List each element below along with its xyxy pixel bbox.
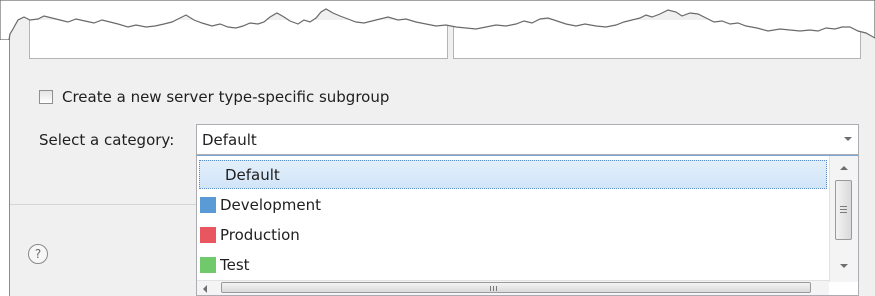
category-dropdown-list[interactable]: Default Development Production Test xyxy=(196,155,859,296)
list-item-label: Production xyxy=(220,225,300,244)
horizontal-scroll-thumb[interactable] xyxy=(221,282,811,293)
scroll-left-arrow-icon[interactable] xyxy=(203,285,207,293)
category-selected-value: Default xyxy=(202,131,257,149)
list-item-label: Development xyxy=(220,195,321,214)
list-item-default[interactable]: Default xyxy=(199,160,827,189)
create-subgroup-label: Create a new server type-specific subgro… xyxy=(62,88,390,106)
chevron-down-icon[interactable] xyxy=(844,137,852,141)
grip-line xyxy=(490,286,491,291)
category-swatch-empty xyxy=(205,167,221,183)
list-item-development[interactable]: Development xyxy=(197,190,829,219)
grip-line xyxy=(493,286,494,291)
create-subgroup-option[interactable]: Create a new server type-specific subgro… xyxy=(39,86,389,108)
list-item-production[interactable]: Production xyxy=(197,220,829,249)
create-subgroup-checkbox[interactable] xyxy=(39,90,53,104)
grip-line xyxy=(840,212,847,213)
vertical-scrollbar[interactable] xyxy=(829,156,858,282)
separator-line xyxy=(10,204,198,205)
green-swatch-icon xyxy=(200,256,216,273)
category-combobox[interactable]: Default xyxy=(196,124,859,155)
list-item-label: Test xyxy=(220,255,250,274)
list-item-test[interactable]: Test xyxy=(197,250,829,279)
grip-line xyxy=(840,206,847,207)
red-swatch-icon xyxy=(200,226,216,243)
list-item-label: Default xyxy=(225,165,280,184)
scroll-up-arrow-icon[interactable] xyxy=(840,166,848,170)
category-label: Select a category: xyxy=(39,131,175,149)
grip-line xyxy=(496,286,497,291)
torn-edge xyxy=(0,0,875,40)
horizontal-scrollbar[interactable] xyxy=(197,280,829,295)
scroll-down-arrow-icon[interactable] xyxy=(840,264,848,268)
vertical-scroll-thumb[interactable] xyxy=(835,180,852,240)
grip-line xyxy=(840,209,847,210)
blue-swatch-icon xyxy=(200,196,216,213)
help-icon[interactable]: ? xyxy=(28,244,48,264)
